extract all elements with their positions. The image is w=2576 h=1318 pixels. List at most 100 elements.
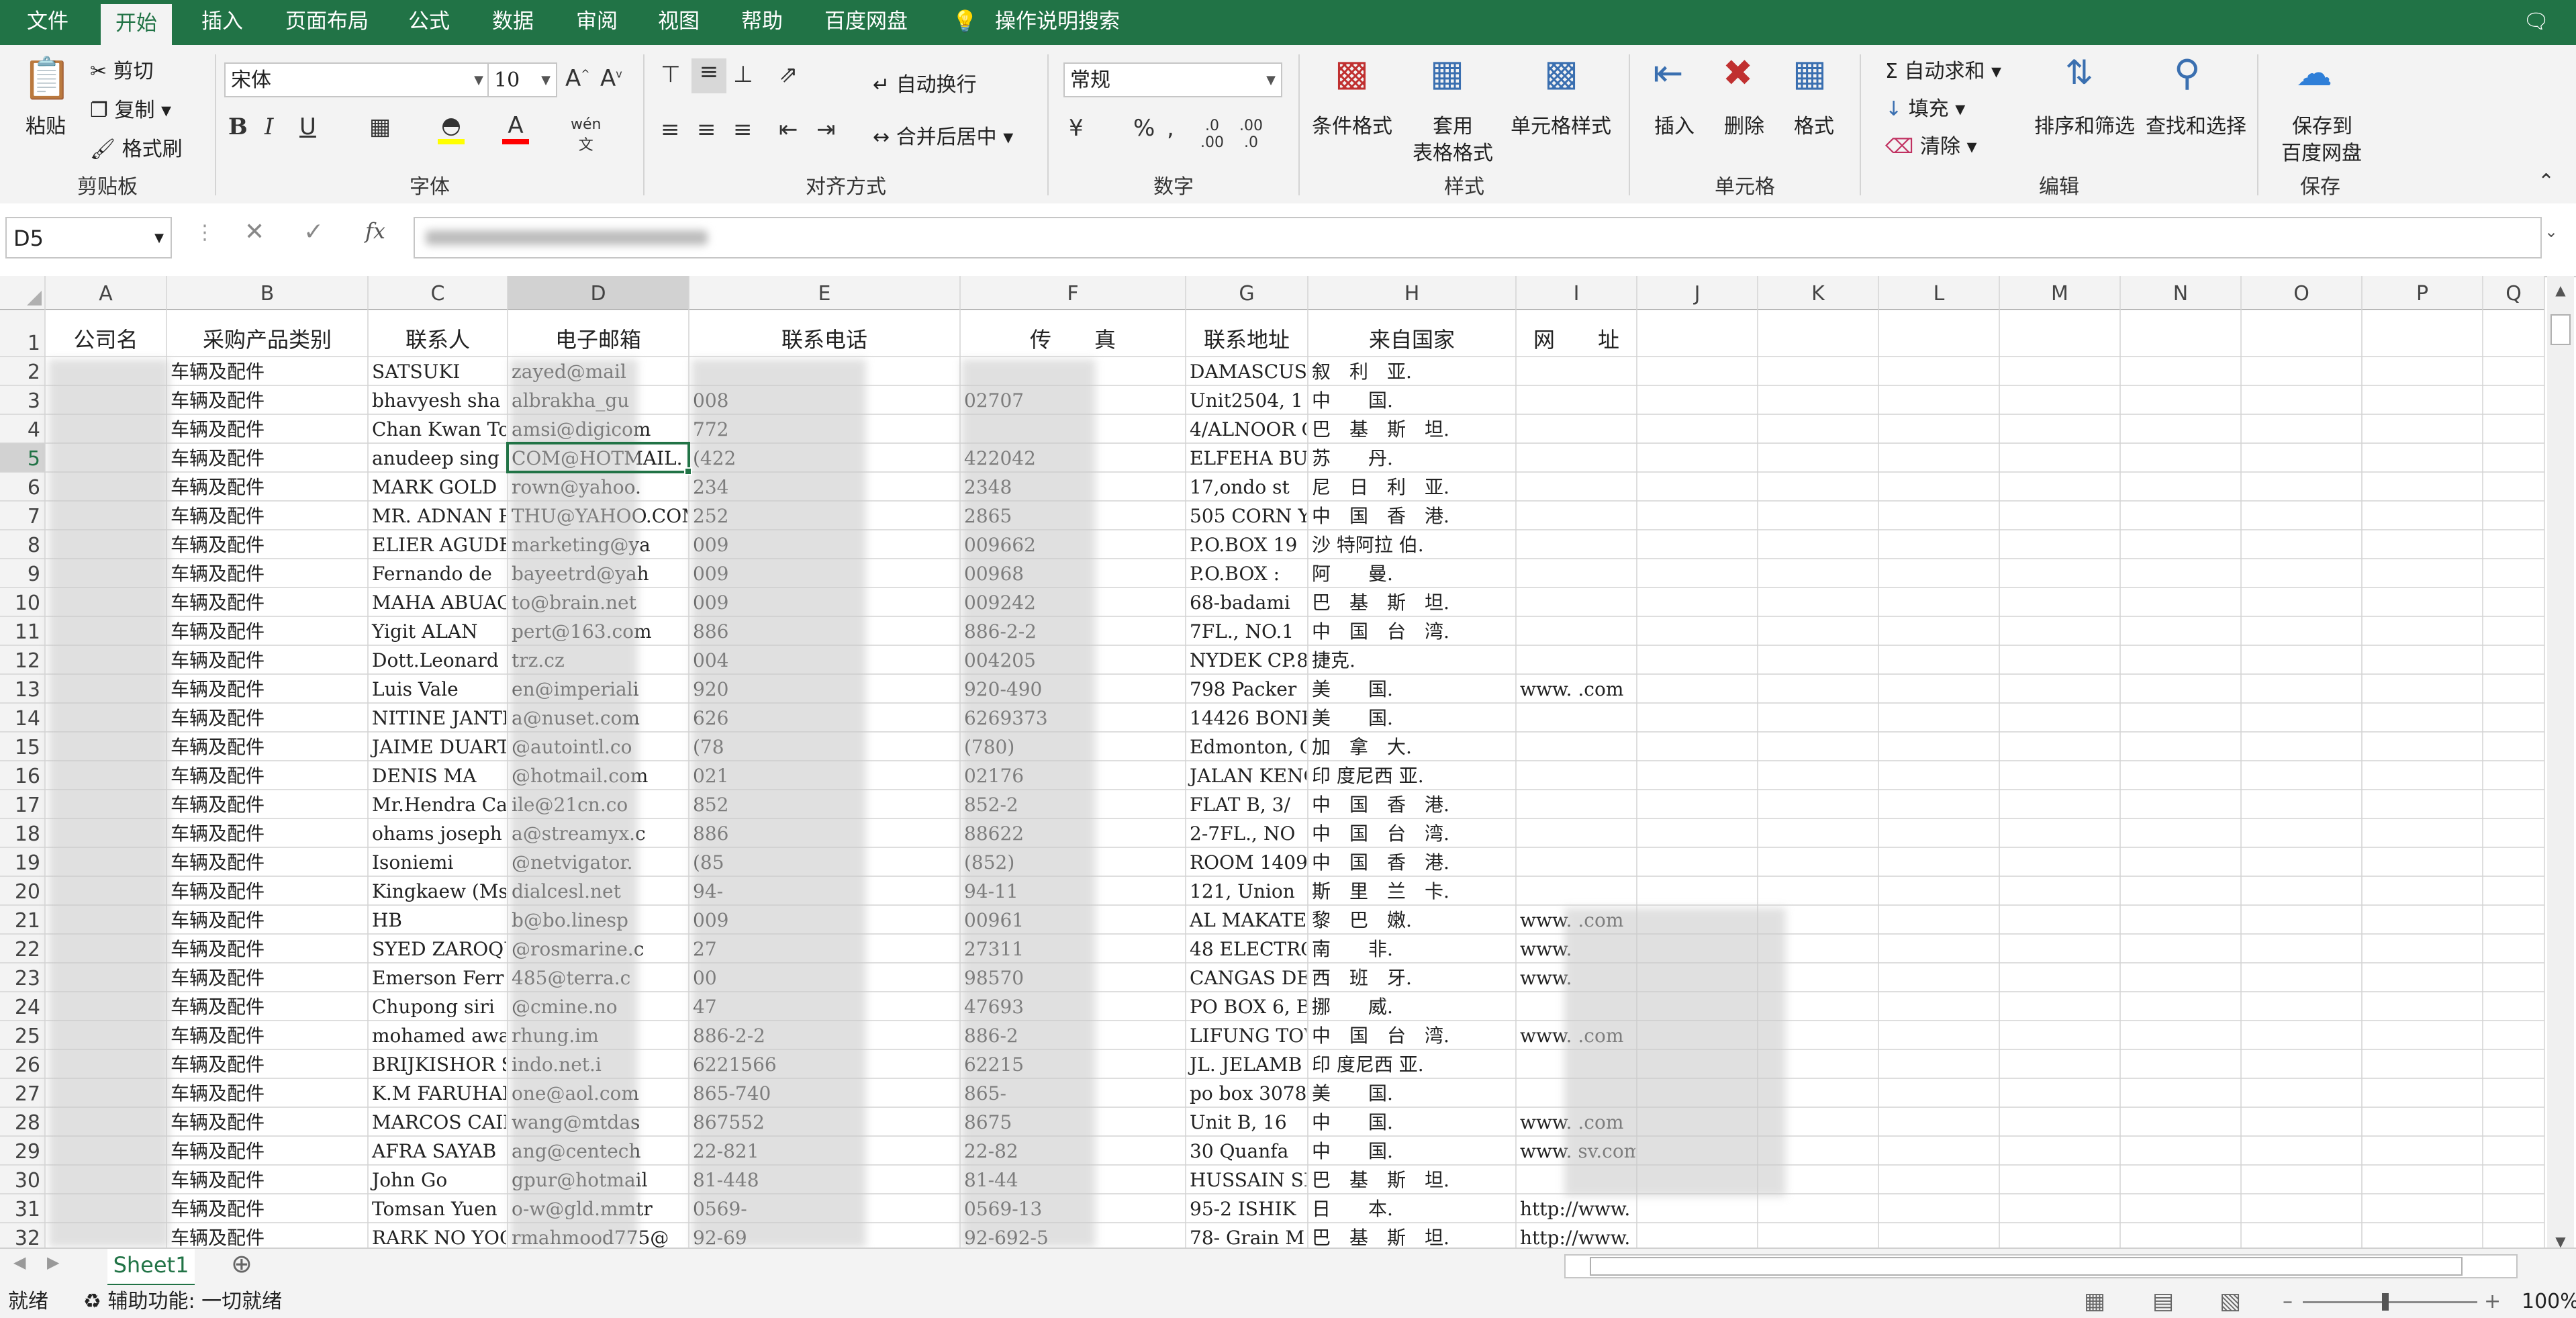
table-cell[interactable]: 车辆及配件	[171, 822, 265, 845]
cell-styles-icon[interactable]: ▩	[1544, 52, 1578, 94]
function-icon[interactable]: fx	[365, 218, 385, 244]
table-cell[interactable]: Unit2504, 1	[1190, 389, 1303, 412]
table-cell[interactable]: NITINE JANTI	[372, 707, 510, 729]
table-cell[interactable]: P.O.BOX 19	[1190, 534, 1297, 556]
row-header-14[interactable]: 14	[15, 707, 40, 731]
header-cell[interactable]: 联系人	[406, 327, 470, 352]
prev-sheet-icon[interactable]: ◀	[13, 1253, 26, 1272]
table-cell[interactable]: 车辆及配件	[171, 938, 265, 960]
collapse-ribbon-icon[interactable]: ⌃	[2538, 170, 2555, 193]
row-header-18[interactable]: 18	[15, 822, 40, 846]
column-header-G[interactable]: G	[1239, 282, 1254, 305]
find-select-button[interactable]: 查找和选择	[2146, 109, 2246, 139]
row-header-10[interactable]: 10	[15, 592, 40, 615]
menu-formulas[interactable]: 公式	[408, 0, 450, 45]
table-cell[interactable]: MARCOS CAIN	[372, 1111, 520, 1133]
paste-icon[interactable]: 📋	[20, 54, 74, 102]
align-center-icon[interactable]: ≡	[697, 116, 716, 143]
column-header-L[interactable]: L	[1934, 282, 1945, 305]
row-header-29[interactable]: 29	[15, 1140, 40, 1164]
zoom-slider-thumb[interactable]	[2382, 1293, 2389, 1311]
table-cell[interactable]: 车辆及配件	[171, 1053, 265, 1076]
align-top-icon[interactable]: ⊤	[661, 61, 681, 88]
table-cell[interactable]: 中 国 台 湾.	[1312, 1025, 1449, 1047]
decrease-decimal-icon[interactable]: .00.0	[1239, 117, 1263, 151]
table-cell[interactable]: FLAT B, 3/	[1190, 794, 1290, 816]
align-right-icon[interactable]: ≡	[733, 116, 753, 143]
table-cell[interactable]: 阿 曼.	[1312, 563, 1393, 585]
table-cell[interactable]: 中 国 台 湾.	[1312, 620, 1449, 643]
table-cell[interactable]: 17,ondo st	[1190, 476, 1290, 498]
table-cell[interactable]: 车辆及配件	[171, 996, 265, 1018]
menu-review[interactable]: 审阅	[576, 0, 618, 45]
table-cell[interactable]: John Go	[370, 1169, 447, 1191]
row-header-4[interactable]: 4	[28, 418, 40, 442]
table-cell[interactable]: Fernando de	[372, 563, 492, 585]
table-cell[interactable]: www.	[1520, 967, 1572, 989]
table-cell[interactable]: Mr.Hendra Ca	[372, 794, 508, 816]
table-cell[interactable]: 美 国.	[1312, 1082, 1393, 1104]
column-header-M[interactable]: M	[2051, 282, 2068, 305]
table-cell[interactable]: Emerson Ferr	[372, 967, 504, 989]
merge-center-button[interactable]: ↔ 合并后居中 ▾	[873, 120, 1013, 150]
menu-insert[interactable]: 插入	[201, 0, 243, 45]
format-cells-button[interactable]: 格式	[1794, 109, 1834, 139]
table-cell[interactable]: JL. JELAMB	[1188, 1053, 1302, 1076]
table-cell[interactable]: 95-2 ISHIK	[1190, 1198, 1297, 1220]
header-cell[interactable]: 电子邮箱	[555, 327, 641, 352]
increase-decimal-icon[interactable]: .0.00	[1200, 117, 1224, 151]
cut-button[interactable]: ✂ 剪切	[90, 54, 154, 84]
column-header-P[interactable]: P	[2416, 282, 2428, 305]
row-header-12[interactable]: 12	[15, 649, 40, 673]
table-cell[interactable]: 车辆及配件	[171, 563, 265, 585]
delete-cells-button[interactable]: 删除	[1724, 109, 1764, 139]
next-sheet-icon[interactable]: ▶	[47, 1253, 59, 1272]
column-header-Q[interactable]: Q	[2506, 282, 2522, 305]
table-cell[interactable]: www.	[1520, 938, 1572, 960]
horizontal-scrollbar[interactable]	[1564, 1254, 2518, 1278]
row-header-32[interactable]: 32	[15, 1227, 40, 1248]
table-cell[interactable]: http://www. alpak.com/	[1520, 1227, 1740, 1248]
table-cell[interactable]: 车辆及配件	[171, 1140, 265, 1162]
table-cell[interactable]: DENIS MA	[372, 765, 477, 787]
menu-page-layout[interactable]: 页面布局	[285, 0, 369, 45]
table-cell[interactable]: K.M FARUHAN	[372, 1082, 518, 1104]
fill-handle[interactable]	[684, 467, 692, 475]
save-to-cloud-button-2[interactable]: 百度网盘	[2281, 136, 2362, 166]
row-header-31[interactable]: 31	[15, 1198, 40, 1221]
table-cell[interactable]: 车辆及配件	[171, 678, 265, 700]
row-header-13[interactable]: 13	[15, 678, 40, 702]
table-cell[interactable]: mohamed awad	[372, 1025, 522, 1047]
align-bottom-icon[interactable]: ⊥	[733, 61, 753, 88]
table-cell[interactable]: 68-badami	[1190, 592, 1290, 614]
table-cell[interactable]: 车辆及配件	[171, 389, 265, 412]
row-header-25[interactable]: 25	[15, 1025, 40, 1048]
autosum-button[interactable]: Σ 自动求和 ▾	[1885, 54, 2001, 84]
indent-decrease-icon[interactable]: ⇤	[779, 116, 798, 143]
row-header-11[interactable]: 11	[15, 620, 40, 644]
column-header-E[interactable]: E	[818, 282, 831, 305]
table-cell[interactable]: po box 3078	[1190, 1082, 1306, 1104]
table-cell[interactable]: Unit B, 16	[1190, 1111, 1287, 1133]
page-break-view-icon[interactable]: ▧	[2220, 1285, 2241, 1318]
table-cell[interactable]: ohams joseph	[372, 822, 502, 845]
conditional-format-button[interactable]: 条件格式	[1312, 109, 1392, 139]
table-cell[interactable]: 车辆及配件	[171, 909, 265, 931]
table-cell[interactable]: Chupong siri	[372, 996, 495, 1018]
row-header-9[interactable]: 9	[28, 563, 40, 586]
tell-me-search[interactable]: 操作说明搜索	[995, 0, 1120, 45]
table-cell[interactable]: 车辆及配件	[171, 505, 265, 527]
table-cell[interactable]: SATSUKI	[372, 361, 460, 383]
table-cell[interactable]: ELFEHA BUL	[1190, 447, 1321, 469]
copy-button[interactable]: ❐ 复制 ▾	[90, 93, 171, 123]
format-cells-icon[interactable]: ▦	[1793, 52, 1827, 94]
table-cell[interactable]: anudeep sing	[372, 447, 499, 469]
column-header-A[interactable]: A	[99, 282, 113, 305]
table-cell[interactable]: 2-7FL., NO	[1190, 822, 1295, 845]
table-cell[interactable]: http://www. d.com	[1520, 1198, 1694, 1220]
table-cell[interactable]: 车辆及配件	[171, 649, 265, 671]
table-cell[interactable]: 30 Quanfa	[1190, 1140, 1288, 1162]
number-format-box[interactable]: 常规 ▼	[1063, 62, 1282, 97]
table-cell[interactable]: 车辆及配件	[171, 1198, 265, 1220]
align-left-icon[interactable]: ≡	[661, 116, 680, 143]
